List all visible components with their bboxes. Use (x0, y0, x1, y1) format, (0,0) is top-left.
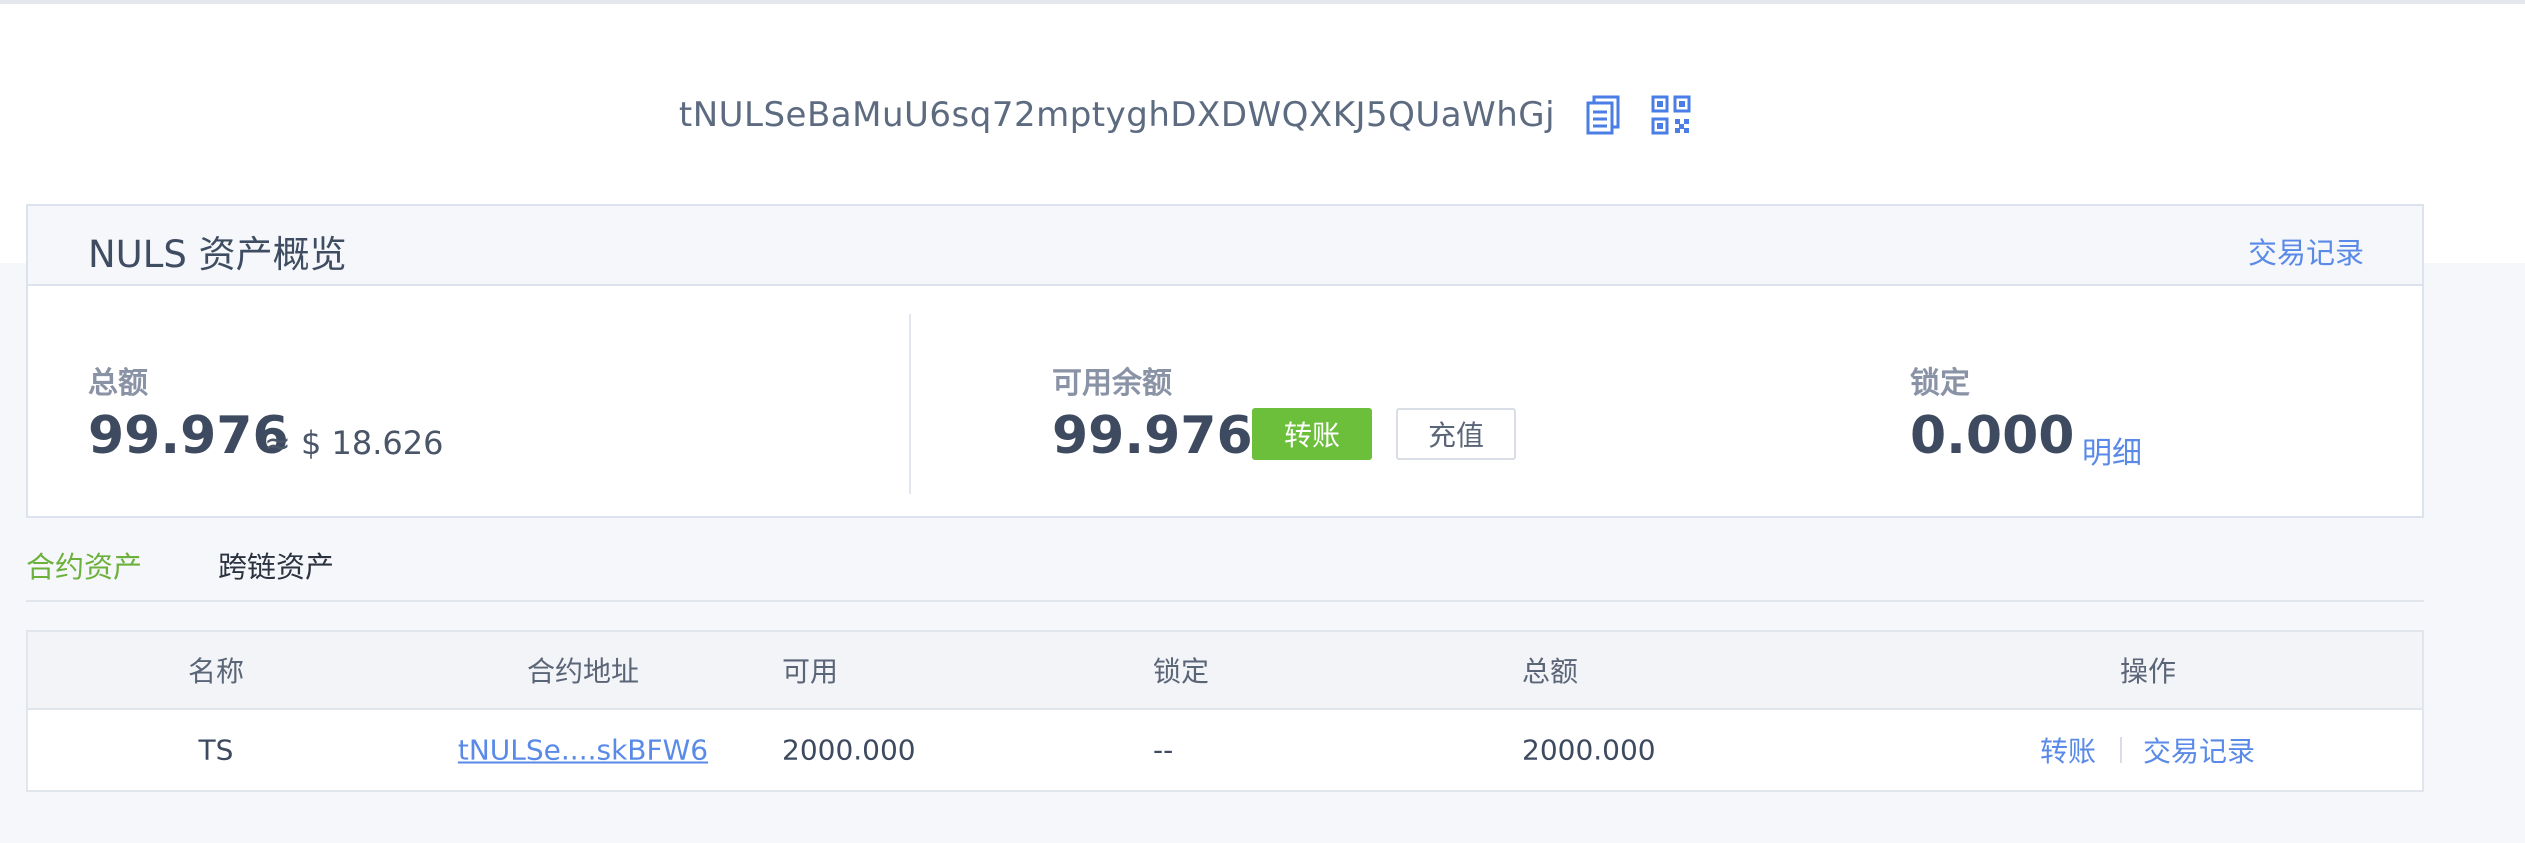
col-header-name: 名称 (187, 655, 245, 688)
row-locked: -- (1153, 733, 1174, 767)
row-total: 2000.000 (1522, 733, 1656, 767)
row-contract-address-link[interactable]: tNULSe....skBFW6 (458, 734, 708, 767)
locked-detail-link[interactable]: 明细 (2082, 428, 2142, 472)
available-value: 99.976 (1052, 406, 1253, 466)
asset-overview-card: NULS 资产概览 交易记录 总额 99.976 ≈ $ 18.626 可用余额… (26, 204, 2424, 518)
total-value: 99.976 (88, 406, 289, 466)
locked-label: 锁定 (1910, 366, 1970, 401)
transfer-button[interactable]: 转账 (1252, 408, 1372, 460)
col-header-contract-address: 合约地址 (526, 655, 640, 688)
col-header-available: 可用 (782, 655, 839, 688)
action-separator (2120, 737, 2122, 763)
row-tx-record-link[interactable]: 交易记录 (2143, 730, 2255, 770)
tab-contract-assets[interactable]: 合约资产 (26, 544, 142, 586)
qrcode-icon[interactable] (1651, 95, 1691, 135)
account-address: tNULSeBaMuU6sq72mptyghDXDWQXKJ5QUaWhGj (678, 95, 1556, 135)
col-header-locked: 锁定 (1153, 655, 1210, 688)
total-label: 总额 (88, 366, 148, 401)
row-asset-name: TS (198, 733, 234, 767)
col-header-actions: 操作 (2119, 655, 2177, 688)
row-transfer-link[interactable]: 转账 (2040, 730, 2096, 770)
row-available: 2000.000 (782, 733, 916, 767)
copy-icon[interactable] (1585, 95, 1621, 135)
stat-divider (909, 314, 911, 494)
table-row: TS tNULSe....skBFW6 2000.000 -- 2000.000… (28, 710, 2422, 790)
total-usd-approx: ≈ $ 18.626 (264, 424, 444, 462)
available-label: 可用余额 (1052, 366, 1172, 401)
overview-title: NULS 资产概览 (88, 233, 347, 276)
tab-cross-chain-assets[interactable]: 跨链资产 (218, 544, 334, 586)
address-header: tNULSeBaMuU6sq72mptyghDXDWQXKJ5QUaWhGj (0, 80, 2525, 150)
locked-value: 0.000 (1910, 406, 2075, 466)
top-border (0, 0, 2525, 4)
recharge-button[interactable]: 充值 (1396, 408, 1516, 460)
asset-tabs: 合约资产 跨链资产 (26, 538, 2424, 602)
col-header-total: 总额 (1522, 655, 1579, 688)
contract-asset-table: 名称 合约地址 可用 锁定 总额 操作 TS tNULSe....skBFW6 … (26, 630, 2424, 792)
tx-record-link[interactable]: 交易记录 (2248, 230, 2364, 272)
table-header: 名称 合约地址 可用 锁定 总额 操作 (28, 632, 2422, 710)
overview-header: NULS 资产概览 交易记录 (28, 206, 2422, 286)
